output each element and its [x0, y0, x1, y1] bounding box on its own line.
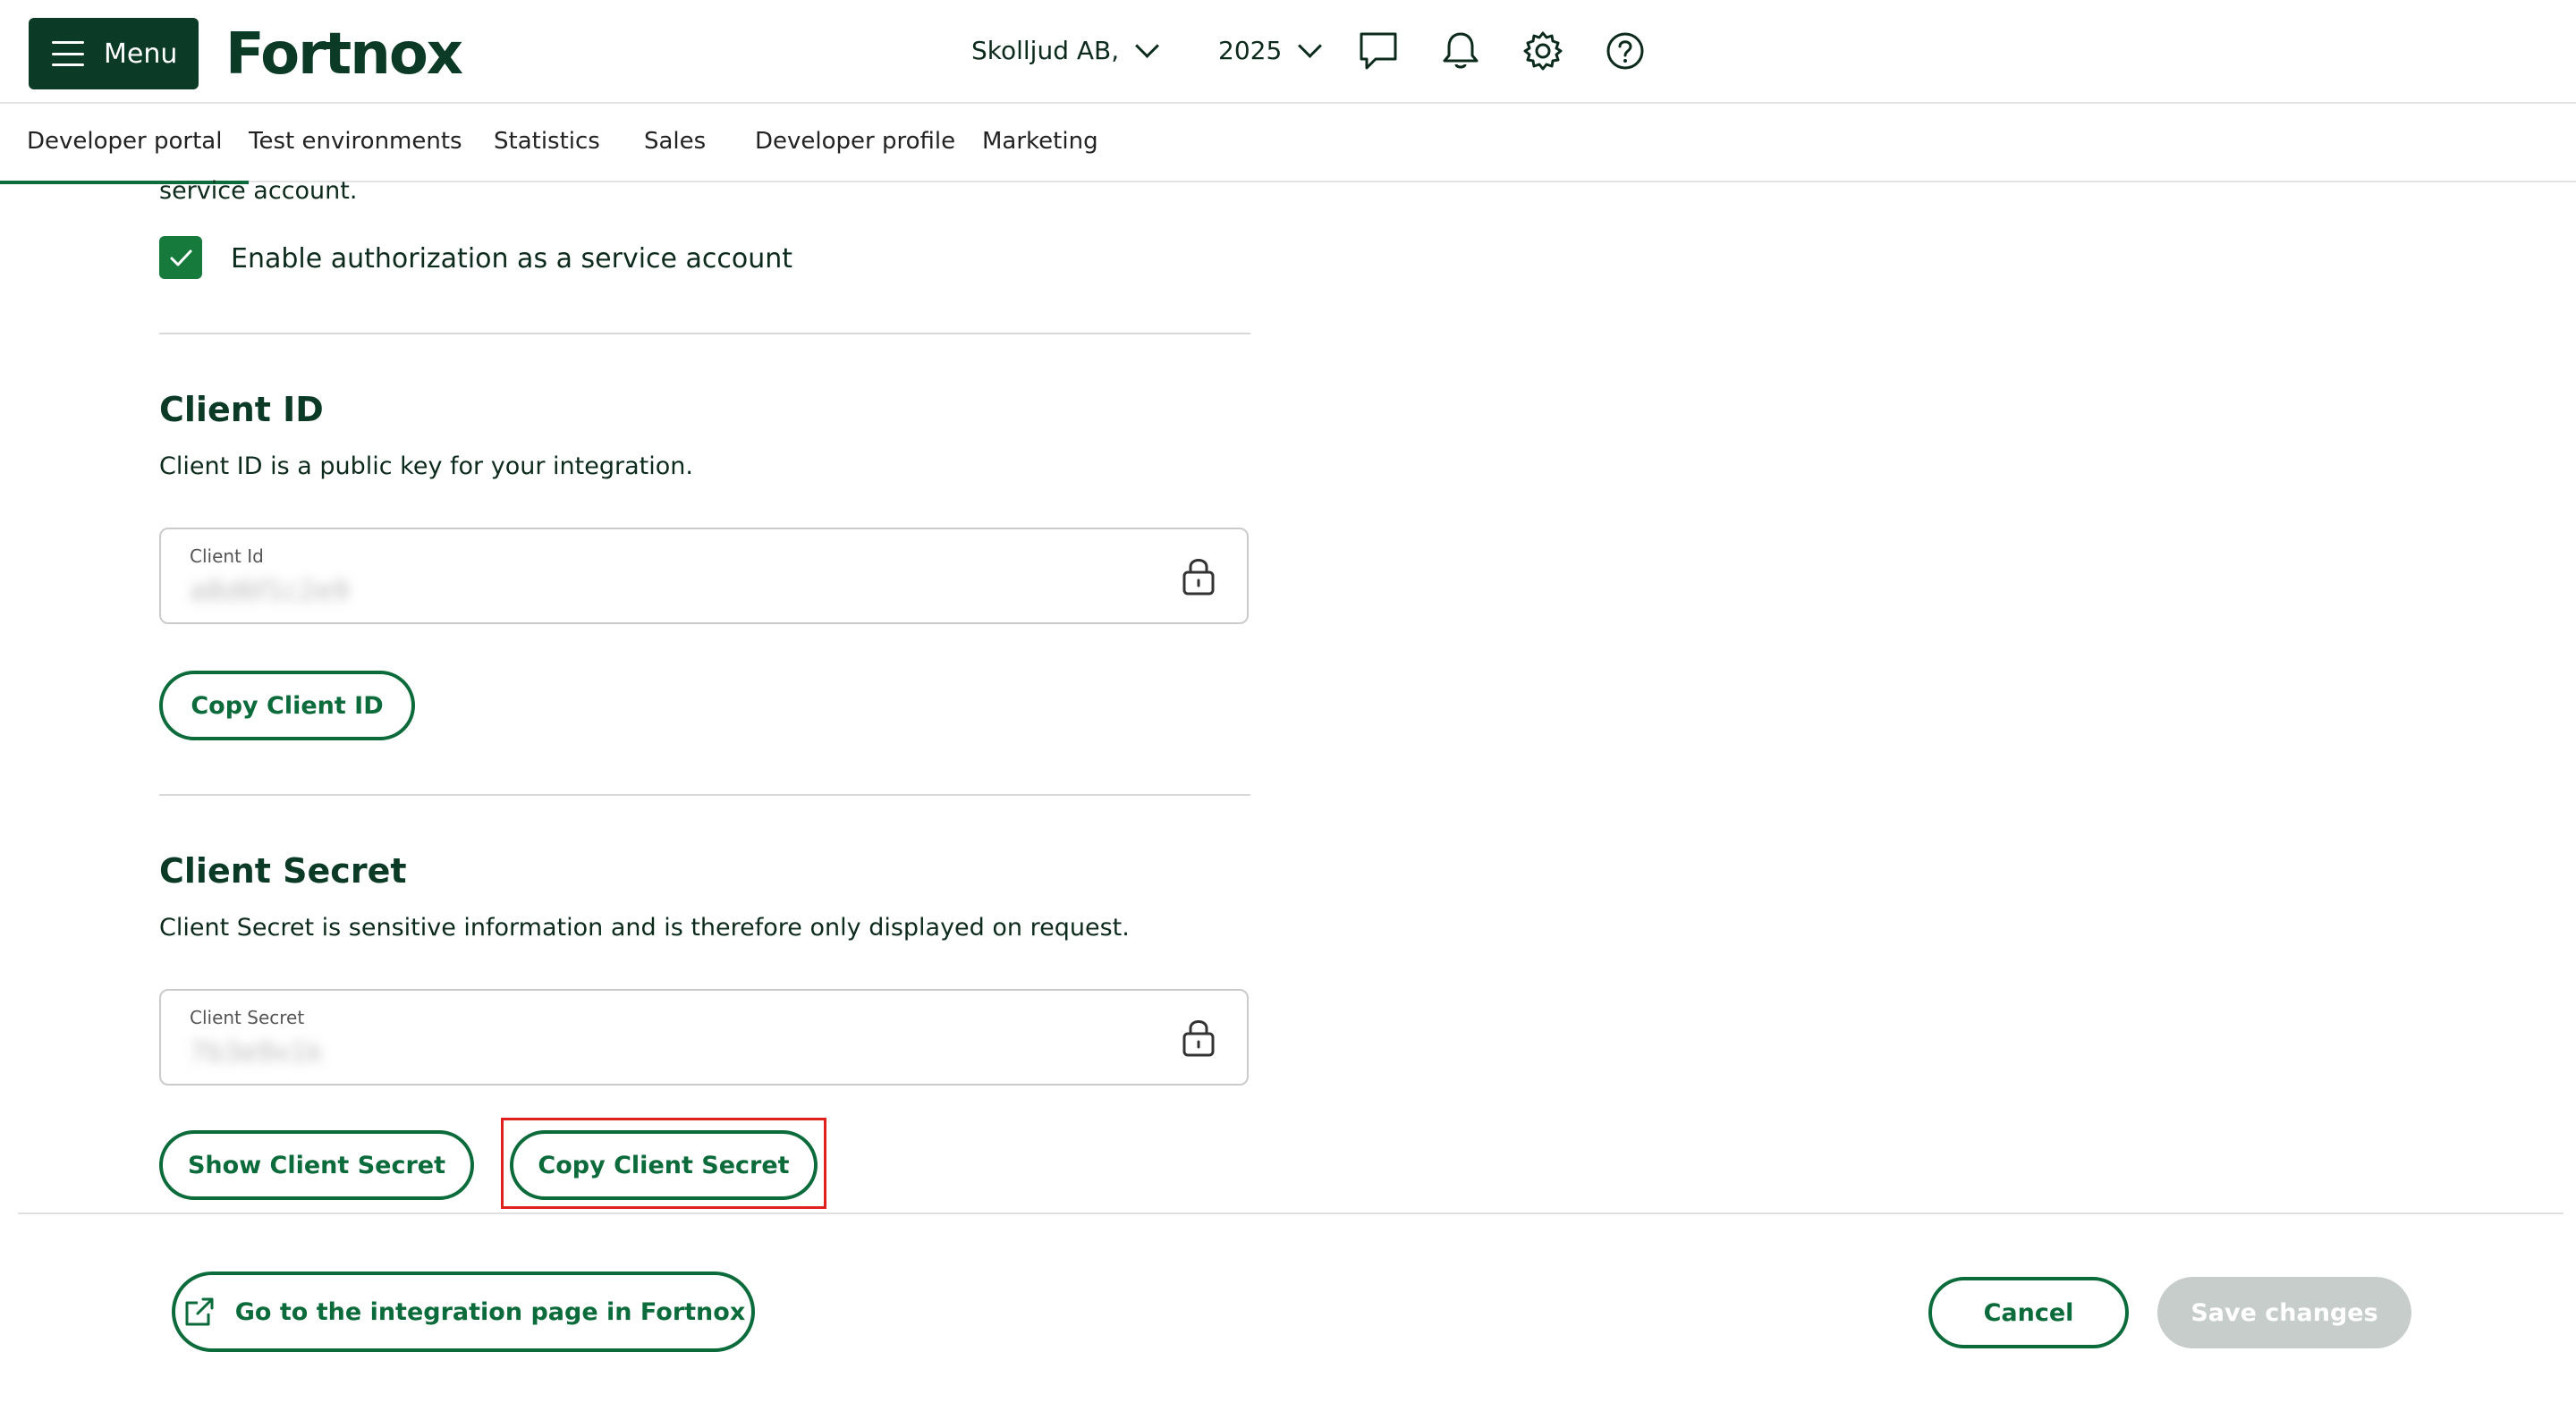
cancel-button[interactable]: Cancel [1928, 1277, 2129, 1348]
chat-icon[interactable] [1358, 30, 1399, 72]
tab-test-environments[interactable]: Test environments [249, 104, 462, 181]
divider [159, 794, 1250, 796]
external-link-icon [185, 1297, 214, 1326]
client-id-field-value: a8d6f1c2e9 [190, 576, 350, 607]
client-secret-field[interactable]: Client Secret 7b3e9x1k [159, 989, 1249, 1086]
service-account-text: service account. [159, 177, 358, 205]
menu-button[interactable]: Menu [29, 18, 199, 89]
save-changes-button[interactable]: Save changes [2157, 1277, 2411, 1348]
service-account-checkbox-label[interactable]: Enable authorization as a service accoun… [231, 243, 792, 275]
tab-developer-portal[interactable]: Developer portal [0, 104, 250, 184]
company-name: Skolljud AB, [971, 36, 1120, 65]
tab-developer-profile[interactable]: Developer profile [755, 104, 955, 181]
checkmark-icon [170, 249, 192, 266]
client-secret-field-label: Client Secret [190, 1007, 305, 1028]
bell-icon[interactable] [1440, 30, 1481, 72]
main-nav: Developer portal Test environments Stati… [0, 104, 2576, 184]
hamburger-icon [52, 41, 84, 66]
lock-icon [1182, 1020, 1215, 1057]
tab-sales[interactable]: Sales [644, 104, 706, 181]
chevron-down-icon [1298, 34, 1323, 58]
help-icon[interactable] [1605, 30, 1646, 72]
fortnox-logo[interactable]: Fortnox [225, 21, 463, 88]
client-secret-description: Client Secret is sensitive information a… [159, 914, 1130, 942]
client-secret-title: Client Secret [159, 851, 407, 891]
copy-client-id-button[interactable]: Copy Client ID [159, 671, 415, 740]
highlight-box [501, 1118, 826, 1209]
year-selector[interactable]: 2025 [1218, 34, 1323, 65]
divider [159, 333, 1250, 334]
service-account-checkbox[interactable] [159, 236, 202, 279]
year-value: 2025 [1218, 36, 1283, 65]
tab-statistics[interactable]: Statistics [494, 104, 600, 181]
client-id-description: Client ID is a public key for your integ… [159, 452, 693, 480]
show-client-secret-button[interactable]: Show Client Secret [159, 1130, 474, 1200]
company-selector[interactable]: Skolljud AB, [971, 34, 1160, 65]
gear-icon[interactable] [1522, 30, 1563, 72]
integration-page-link-label: Go to the integration page in Fortnox [234, 1297, 746, 1326]
lock-icon [1182, 559, 1215, 596]
integration-page-link[interactable]: Go to the integration page in Fortnox [172, 1272, 755, 1352]
client-secret-field-value: 7b3e9x1k [190, 1037, 323, 1069]
client-id-title: Client ID [159, 390, 324, 429]
chevron-down-icon [1135, 34, 1160, 58]
tab-marketing[interactable]: Marketing [982, 104, 1098, 181]
top-bar: Menu Fortnox Skolljud AB, 2025 [0, 0, 2576, 104]
client-id-field-label: Client Id [190, 545, 264, 567]
client-id-field[interactable]: Client Id a8d6f1c2e9 [159, 528, 1249, 624]
menu-label: Menu [104, 38, 178, 70]
